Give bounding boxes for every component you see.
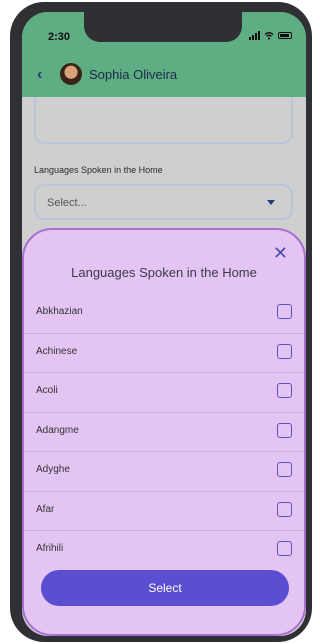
sheet-footer: Select <box>24 560 304 634</box>
checkbox[interactable] <box>277 422 292 438</box>
list-item-label: Adangme <box>36 424 79 436</box>
list-item-label: Afar <box>36 503 55 515</box>
status-time: 2:30 <box>48 31 71 43</box>
status-icons <box>249 31 292 40</box>
list-item-label: Adyghe <box>36 464 70 475</box>
list-item[interactable]: Achinese <box>24 334 304 373</box>
checkbox[interactable] <box>277 343 292 359</box>
battery-icon <box>278 32 292 39</box>
checkbox[interactable] <box>277 304 292 319</box>
avatar <box>60 63 82 85</box>
caret-down-icon <box>267 200 275 205</box>
language-picker-sheet: ✕ Languages Spoken in the Home Abkhazian… <box>22 228 306 636</box>
languages-label: Languages Spoken in the Home <box>34 165 163 175</box>
app-header: 2:30 ‹ Sophia Oliveira <box>22 12 306 97</box>
list-item[interactable]: Acoli <box>24 373 304 413</box>
list-item-label: Acoli <box>36 385 58 396</box>
sheet-title: Languages Spoken in the Home <box>71 265 257 280</box>
checkbox[interactable] <box>277 383 292 398</box>
list-item-label: Abkhazian <box>36 306 83 317</box>
languages-select[interactable]: Select... <box>34 184 293 220</box>
signal-icon <box>249 31 260 40</box>
device-notch <box>84 12 242 42</box>
wifi-icon <box>264 32 274 40</box>
checkbox[interactable] <box>277 501 292 517</box>
list-item[interactable]: Adangme <box>24 413 304 452</box>
checkbox[interactable] <box>277 541 292 556</box>
language-list: Abkhazian Achinese Acoli Adangme Adyghe … <box>24 294 304 571</box>
list-item[interactable]: Afar <box>24 492 304 531</box>
close-icon[interactable]: ✕ <box>273 244 288 262</box>
checkbox[interactable] <box>277 462 292 477</box>
list-item-label: Achinese <box>36 345 78 357</box>
back-button[interactable]: ‹ <box>37 66 42 84</box>
app-screen: 2:30 ‹ Sophia Oliveira Languages Spoken … <box>22 12 306 636</box>
text-area-field[interactable] <box>34 97 293 144</box>
profile-name: Sophia Oliveira <box>89 67 178 82</box>
list-item[interactable]: Abkhazian <box>24 294 304 334</box>
list-item-label: Afrihili <box>36 543 64 554</box>
list-item[interactable]: Adyghe <box>24 452 304 492</box>
languages-select-value: Select... <box>47 197 87 209</box>
select-button[interactable]: Select <box>41 570 289 606</box>
